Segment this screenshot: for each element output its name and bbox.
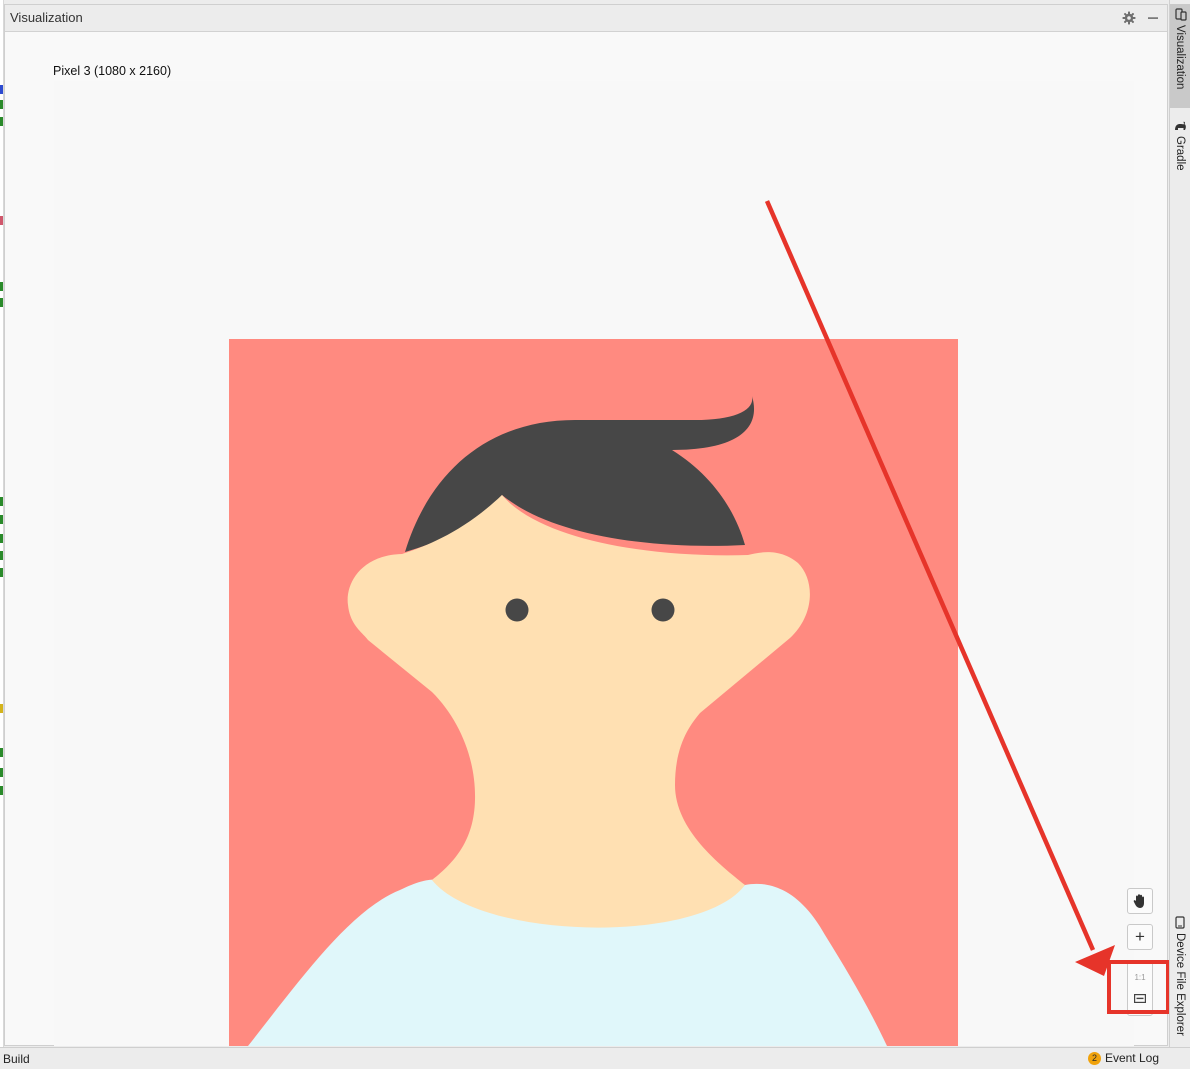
event-log-tab[interactable]: 2 Event Log xyxy=(1087,1051,1159,1065)
device-icon xyxy=(1175,916,1185,929)
hand-icon xyxy=(1133,894,1144,908)
tab-visualization[interactable]: Visualization xyxy=(1170,4,1190,108)
avatar-artwork xyxy=(229,339,958,1046)
tab-device-file-explorer[interactable]: Device File Explorer xyxy=(1170,912,1190,1040)
build-tab[interactable]: Build xyxy=(3,1052,30,1066)
avatar-illustration xyxy=(248,396,887,1046)
event-count-badge: 2 xyxy=(1087,1051,1101,1065)
right-tool-stripe: Visualization Gradle Device File Explore… xyxy=(1169,0,1190,1047)
pan-button[interactable] xyxy=(1127,888,1153,914)
zoom-in-button[interactable]: + xyxy=(1127,924,1153,950)
tab-device-file-explorer-label: Device File Explorer xyxy=(1174,933,1186,1036)
hide-panel-icon[interactable] xyxy=(1143,8,1163,28)
tab-visualization-label: Visualization xyxy=(1174,25,1186,90)
tab-gradle-label: Gradle xyxy=(1174,136,1186,171)
visualization-tool-window: Visualization Pixel 3 (1080 x 2160) xyxy=(4,4,1168,1046)
device-label: Pixel 3 (1080 x 2160) xyxy=(53,64,172,78)
tab-gradle[interactable]: Gradle xyxy=(1170,120,1190,180)
gradle-elephant-icon xyxy=(1174,121,1186,130)
tool-window-title: Visualization xyxy=(10,10,83,25)
preview-canvas[interactable] xyxy=(54,81,1134,1046)
gear-icon[interactable] xyxy=(1119,8,1139,28)
annotation-highlight-box xyxy=(1107,960,1170,1014)
status-bar: Build 2 Event Log xyxy=(0,1047,1190,1069)
event-log-label: Event Log xyxy=(1104,1051,1159,1065)
tool-window-header: Visualization xyxy=(5,5,1167,32)
device-preview-icon xyxy=(1174,8,1187,21)
